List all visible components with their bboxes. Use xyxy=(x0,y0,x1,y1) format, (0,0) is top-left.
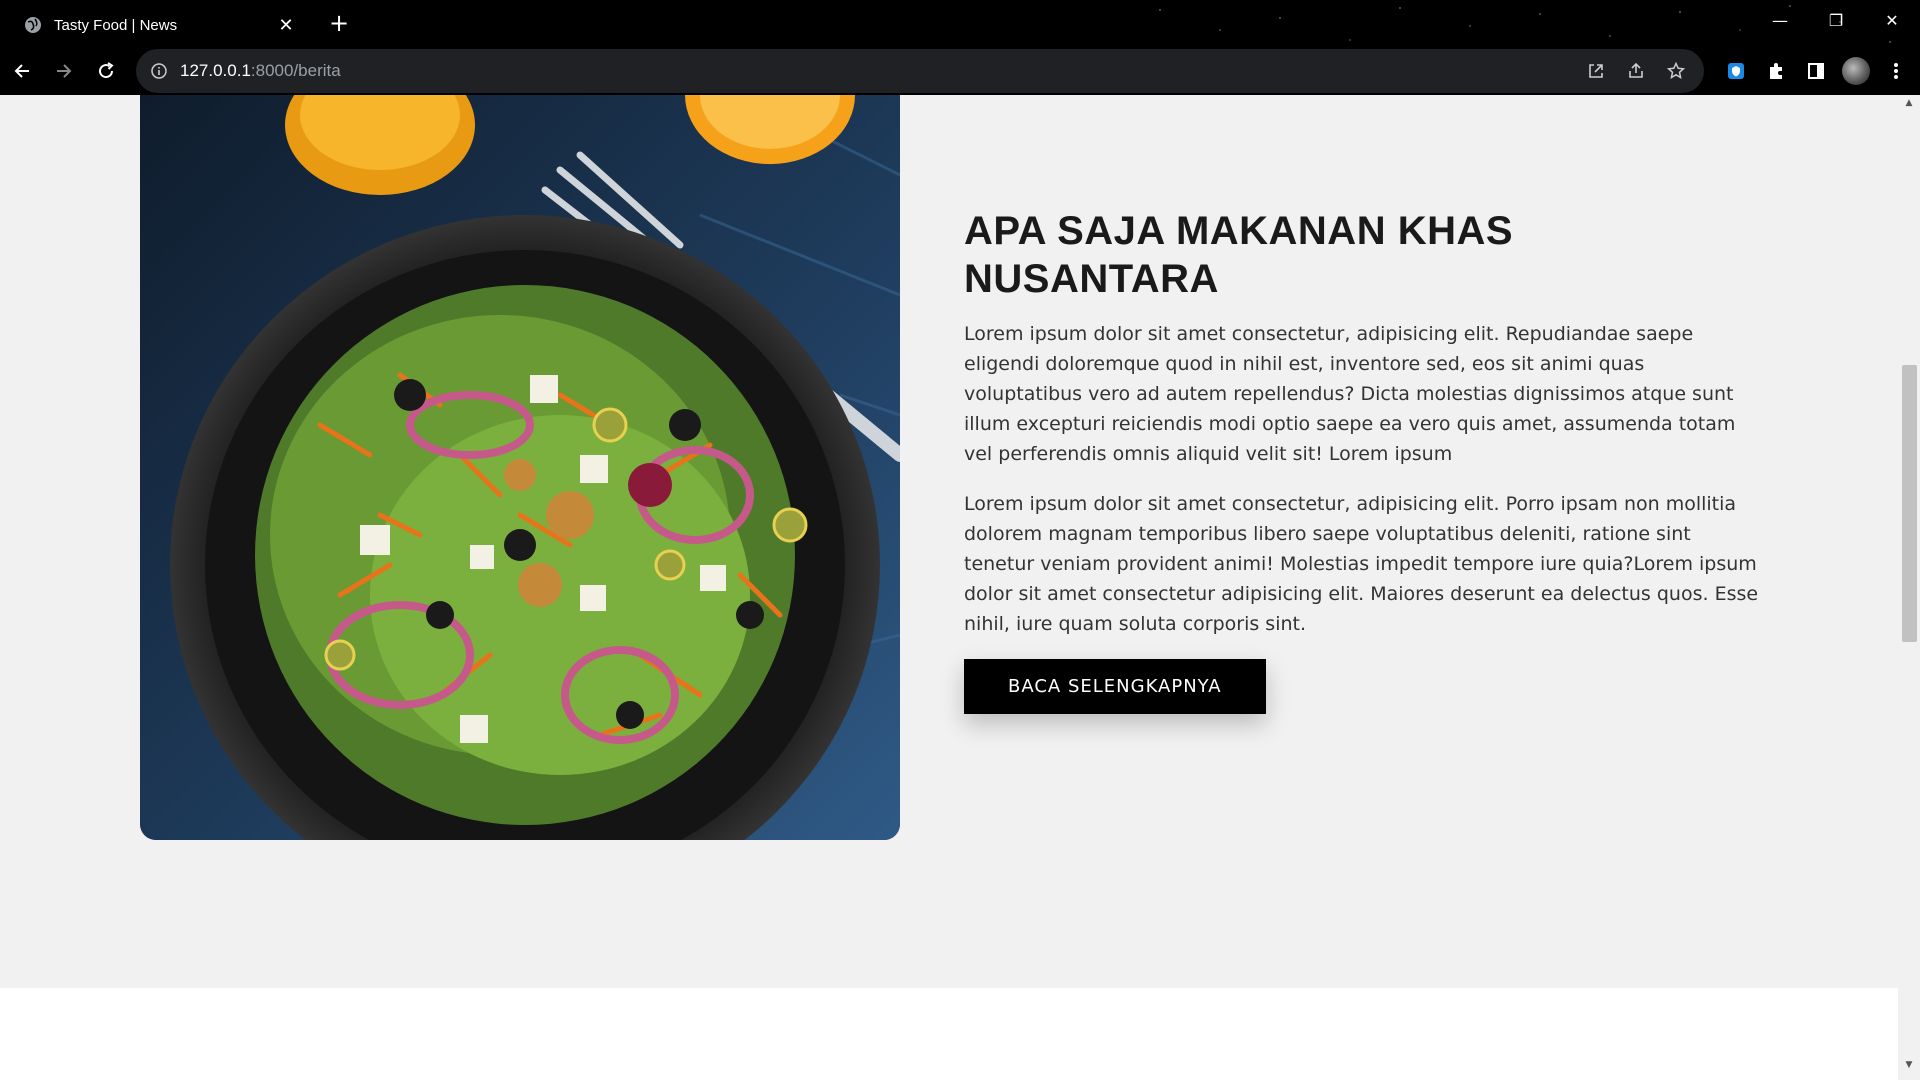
scroll-down-arrow-icon[interactable]: ▼ xyxy=(1898,1060,1920,1074)
next-section xyxy=(0,988,1898,1080)
forward-button[interactable] xyxy=(44,51,84,91)
browser-chrome: Tasty Food | News ✕ + — ❐ ✕ 127.0.0.1:80… xyxy=(0,0,1920,95)
browser-tab[interactable]: Tasty Food | News ✕ xyxy=(10,6,310,44)
open-in-app-icon[interactable] xyxy=(1576,51,1616,91)
window-controls: — ❐ ✕ xyxy=(1752,0,1920,40)
forward-arrow-icon xyxy=(57,64,72,78)
bookmark-star-icon[interactable] xyxy=(1656,51,1696,91)
address-bar-actions xyxy=(1576,49,1696,93)
browser-toolbar: 127.0.0.1:8000/berita xyxy=(0,47,1920,95)
read-more-button[interactable]: BACA SELENGKAPNYA xyxy=(964,659,1266,714)
url-host: 127.0.0.1 xyxy=(180,61,251,80)
new-tab-button[interactable]: + xyxy=(324,8,354,38)
page-body: APA SAJA MAKANAN KHAS NUSANTARA Lorem ip… xyxy=(0,95,1898,1080)
article-paragraph-2: Lorem ipsum dolor sit amet consectetur, … xyxy=(964,493,1759,635)
scroll-up-arrow-icon[interactable]: ▲ xyxy=(1898,98,1920,112)
globe-icon xyxy=(24,16,42,34)
minimize-button[interactable]: — xyxy=(1752,0,1808,40)
reload-button[interactable] xyxy=(86,51,126,91)
close-window-button[interactable]: ✕ xyxy=(1864,0,1920,40)
menu-kebab-icon[interactable] xyxy=(1876,51,1916,91)
site-info-icon[interactable] xyxy=(150,62,168,80)
reload-icon xyxy=(99,62,114,79)
extensions-puzzle-icon[interactable] xyxy=(1756,51,1796,91)
profile-avatar[interactable] xyxy=(1842,57,1870,85)
back-arrow-icon xyxy=(14,64,29,78)
extension-shield-icon[interactable] xyxy=(1716,51,1756,91)
salad-news-image xyxy=(140,95,900,840)
url-text[interactable]: 127.0.0.1:8000/berita xyxy=(180,61,341,81)
url-path: :8000/berita xyxy=(250,61,341,80)
article-paragraph-1: Lorem ipsum dolor sit amet consectetur, … xyxy=(964,323,1736,465)
back-button[interactable] xyxy=(2,51,42,91)
address-bar[interactable]: 127.0.0.1:8000/berita xyxy=(136,49,1704,93)
side-panel-icon[interactable] xyxy=(1796,51,1836,91)
scrollbar-thumb[interactable] xyxy=(1902,365,1917,642)
article-title: APA SAJA MAKANAN KHAS NUSANTARA xyxy=(964,209,1514,301)
share-icon[interactable] xyxy=(1616,51,1656,91)
news-article: APA SAJA MAKANAN KHAS NUSANTARA Lorem ip… xyxy=(964,207,1764,714)
toolbar-extensions xyxy=(1716,47,1916,95)
tab-title: Tasty Food | News xyxy=(54,16,178,34)
tab-close-icon[interactable]: ✕ xyxy=(276,15,296,36)
restore-button[interactable]: ❐ xyxy=(1808,0,1864,40)
